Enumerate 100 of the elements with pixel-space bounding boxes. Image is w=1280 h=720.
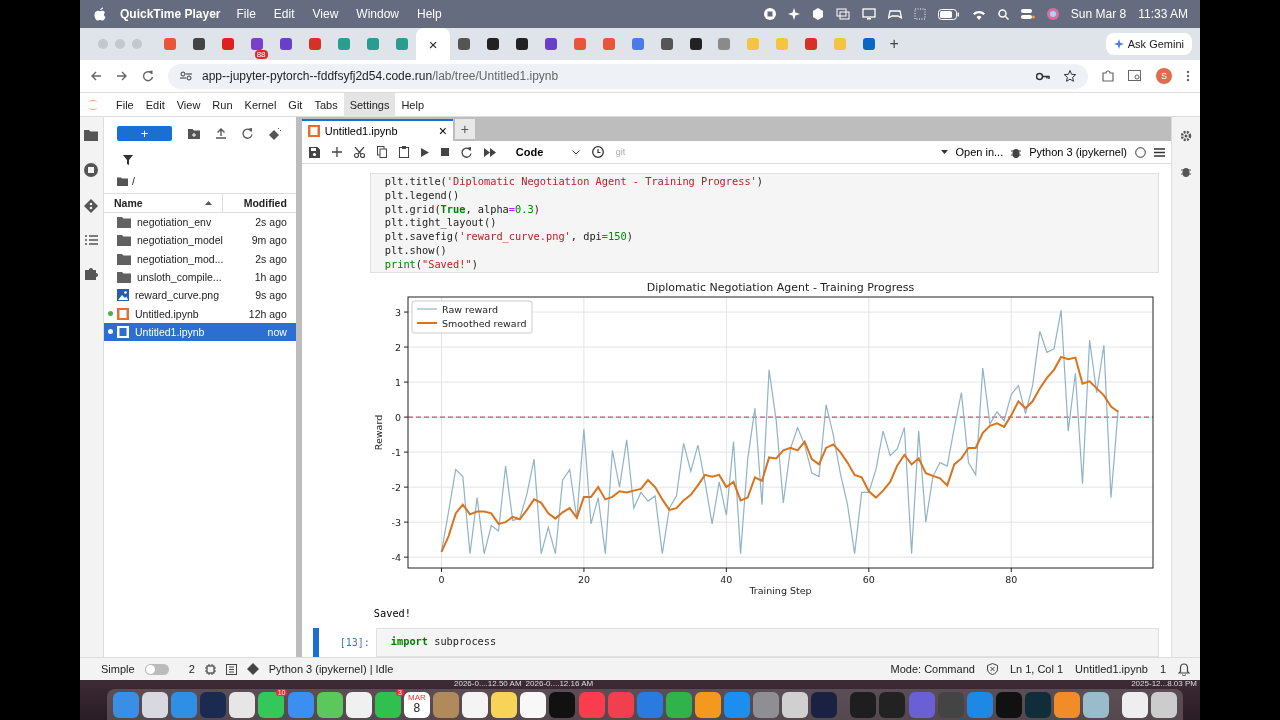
close-tab-button[interactable]: ×	[438, 123, 447, 139]
git-clone-icon[interactable]	[269, 127, 281, 140]
restart-icon[interactable]	[460, 146, 472, 158]
menu-item[interactable]: Settings	[343, 92, 396, 117]
control-center-icon[interactable]	[1020, 8, 1035, 20]
fast-forward-icon[interactable]	[483, 147, 496, 157]
column-header[interactable]: Name	[114, 197, 143, 209]
code-cell[interactable]: plt.title('Diplomatic Negotiation Agent - Training Progress') plt.legend() plt.grid(True, alpha=0.3) plt.tight_layout() plt.savefig('reward_curve.png', dpi=150) plt.show() print("Saved!")	[369, 173, 1160, 273]
bell-icon[interactable]	[1178, 662, 1190, 676]
app-icon[interactable]	[229, 691, 256, 718]
apple-icon[interactable]	[94, 7, 106, 21]
menu-item[interactable]: Tabs	[308, 92, 344, 117]
add-tab-button[interactable]: +	[454, 119, 475, 139]
key-icon[interactable]	[1036, 71, 1050, 81]
wifi-icon[interactable]	[971, 8, 986, 20]
app-icon[interactable]	[491, 691, 518, 718]
stop-icon[interactable]	[440, 148, 449, 156]
puzzle-icon[interactable]	[1102, 70, 1114, 82]
gamepad-icon[interactable]	[887, 8, 902, 20]
file-row[interactable]: negotiation_env 2s ago	[104, 213, 296, 232]
grid-icon[interactable]	[913, 8, 926, 20]
menu-item[interactable]: File	[110, 92, 140, 117]
menu-item[interactable]: Kernel	[238, 92, 283, 117]
file-row[interactable]: reward_curve.png 9s ago	[104, 286, 296, 305]
browser-tab[interactable]: ×	[416, 28, 450, 60]
paste-icon[interactable]	[398, 146, 409, 158]
git-icon[interactable]	[84, 199, 99, 213]
browser-tab[interactable]: 88	[242, 28, 272, 60]
new-folder-icon[interactable]	[188, 128, 200, 139]
file-row[interactable]: unsloth_compile... 1h ago	[104, 267, 296, 287]
app-icon[interactable]	[1151, 691, 1178, 718]
desktop-file-label[interactable]: 2026-0....12.50 AM	[454, 680, 522, 688]
cube-icon[interactable]	[811, 8, 824, 20]
cursor-position[interactable]: Ln 1, Col 1	[1009, 663, 1064, 675]
mode-status[interactable]: Mode: Command	[890, 663, 975, 675]
menu-item[interactable]: Edit	[139, 92, 171, 117]
app-icon[interactable]	[462, 691, 489, 718]
bug-icon[interactable]	[1011, 146, 1022, 158]
desktop-file-label[interactable]: 2025-12...8.03 PM	[1131, 680, 1197, 688]
more-icon[interactable]	[1186, 70, 1190, 82]
app-icon[interactable]	[345, 691, 372, 718]
file-row[interactable]: Untitled.ipynb 12h ago	[104, 304, 296, 323]
forward-icon[interactable]	[116, 70, 128, 82]
menu-item[interactable]: Edit	[273, 7, 295, 21]
kernel-status[interactable]: Python 3 (ipykernel) | Idle	[268, 663, 394, 675]
shield-icon[interactable]	[986, 663, 998, 675]
add-icon[interactable]	[331, 147, 342, 157]
reload-icon[interactable]	[142, 70, 154, 82]
column-header[interactable]: Modified	[222, 197, 296, 209]
menu-item[interactable]: Help	[417, 7, 442, 21]
code-cell[interactable]: import subprocess	[375, 627, 1160, 657]
app-icon[interactable]	[694, 691, 721, 718]
upload-icon[interactable]	[216, 128, 226, 139]
clock-icon[interactable]	[591, 146, 604, 158]
menu-date[interactable]: Sun Mar 8	[1070, 7, 1127, 21]
windows-icon[interactable]	[835, 8, 850, 20]
kernel-name[interactable]: Python 3 (ipykernel)	[1029, 146, 1128, 158]
app-icon[interactable]	[142, 691, 169, 718]
notebook-outline-icon[interactable]	[225, 663, 237, 675]
refresh-icon[interactable]	[242, 128, 253, 139]
app-icon[interactable]	[1122, 691, 1149, 718]
simple-mode-toggle[interactable]	[144, 663, 169, 675]
sparkle-icon[interactable]	[787, 8, 800, 20]
address-field[interactable]: app--jupyter-pytorch--fddfsyfj2d54.code.run/lab/tree/Untitled1.ipynb	[168, 63, 1088, 89]
chip-icon[interactable]	[204, 663, 216, 675]
menu-item[interactable]: Git	[282, 92, 309, 117]
menu-item[interactable]: Help	[395, 92, 431, 117]
user-icon[interactable]	[1046, 8, 1059, 20]
record-icon[interactable]	[763, 8, 776, 20]
ask-button[interactable]: Ask Gemini	[1105, 33, 1192, 55]
new-tab-button[interactable]: +	[889, 35, 899, 53]
star-icon[interactable]	[1064, 70, 1076, 82]
cell-type-dropdown[interactable]: Code	[515, 146, 580, 158]
new-launcher-button[interactable]: +	[117, 126, 172, 141]
menu-item[interactable]: View	[170, 92, 207, 117]
app-icon[interactable]	[1083, 691, 1110, 718]
menu-item[interactable]: Window	[356, 7, 399, 21]
search-icon[interactable]	[997, 8, 1009, 20]
list-icon[interactable]	[85, 235, 98, 245]
battery-icon[interactable]	[937, 8, 960, 20]
menu-item[interactable]: File	[236, 7, 256, 21]
open-in-menu[interactable]: Open in...	[955, 146, 1004, 158]
back-icon[interactable]	[90, 70, 102, 82]
file-row[interactable]: Untitled1.ipynb now	[104, 322, 296, 342]
puzzle-icon[interactable]	[85, 267, 98, 280]
display-icon[interactable]	[861, 8, 876, 20]
file-name[interactable]: Untitled1.ipynb	[1075, 663, 1148, 675]
tab-search-icon[interactable]	[1128, 70, 1142, 82]
app-name[interactable]: QuickTime Player	[120, 7, 221, 21]
terminal-count[interactable]: 2	[188, 663, 195, 675]
cut-icon[interactable]	[353, 146, 365, 158]
desktop-file-label[interactable]: 2026-0....12.16 AM	[525, 680, 594, 688]
git-icon[interactable]	[246, 663, 259, 675]
app-icon[interactable]	[520, 691, 547, 718]
file-row[interactable]: negotiation_model 9m ago	[104, 231, 296, 250]
stop-icon[interactable]	[84, 163, 99, 177]
bug-icon[interactable]	[1181, 166, 1191, 177]
filter-icon[interactable]	[123, 155, 133, 165]
menu-time[interactable]: 11:33 AM	[1138, 7, 1188, 21]
save-icon[interactable]	[308, 146, 320, 158]
